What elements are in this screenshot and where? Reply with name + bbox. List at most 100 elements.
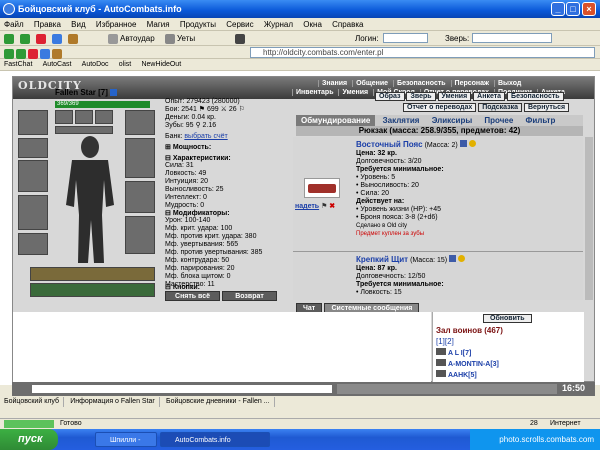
utyoty-button[interactable]: Уеты	[165, 32, 195, 45]
belt-slot[interactable]	[18, 233, 48, 255]
btn-hint[interactable]: Подсказка	[478, 103, 523, 112]
btn-pet[interactable]: Зверь	[406, 92, 436, 101]
tab-equipment[interactable]: Обмундирование	[296, 115, 376, 126]
nav-exit[interactable]: Выход	[493, 80, 525, 87]
item-name[interactable]: Восточный Пояс	[356, 140, 423, 149]
back-button[interactable]	[4, 32, 16, 45]
menu-item-help[interactable]: Справка	[328, 18, 367, 31]
nav-security[interactable]: Безопасность	[393, 80, 449, 87]
stop-button[interactable]	[36, 32, 48, 45]
chat-input[interactable]	[32, 385, 332, 393]
link-fight-club[interactable]: Бойцовский клуб	[0, 397, 65, 407]
menu-item-magic[interactable]: Магия	[143, 18, 174, 31]
power-section[interactable]: ⊞ Мощность:	[165, 143, 211, 151]
home-button[interactable]	[68, 32, 80, 45]
buttons-section[interactable]: ⊟ Кнопки:	[165, 283, 200, 291]
tab-elixirs[interactable]: Эликсиры	[427, 115, 477, 126]
tab-other[interactable]: Прочее	[479, 115, 518, 126]
reload-icon[interactable]	[40, 48, 50, 59]
scroll-row[interactable]	[55, 126, 113, 134]
chat-area[interactable]	[13, 312, 431, 382]
stop-icon-small[interactable]	[28, 48, 38, 59]
modifiers-section[interactable]: ⊟ Модификаторы:	[165, 209, 230, 217]
btn-profile[interactable]: Анкета	[473, 92, 506, 101]
start-button[interactable]: пуск	[0, 429, 58, 450]
menu-item-file[interactable]: Файл	[0, 18, 28, 31]
char-buttons-row: Образ Зверь Умения Анкета Безопасность	[375, 92, 564, 101]
bank-select-link[interactable]: выбрать счёт	[184, 133, 227, 140]
zver-select[interactable]	[472, 33, 552, 43]
helmet-slot[interactable]	[18, 110, 48, 135]
potion-row-1[interactable]	[30, 267, 155, 281]
btn-return[interactable]: Вернуться	[523, 103, 570, 112]
btn-security[interactable]: Безопасность	[507, 92, 564, 101]
earring-slot[interactable]	[18, 138, 48, 158]
btn-image[interactable]: Образ	[375, 92, 405, 101]
btn-skills[interactable]: Умения	[437, 92, 472, 101]
home-icon-small[interactable]	[52, 48, 62, 59]
nav-skills[interactable]: Умения	[338, 89, 372, 96]
link-newhideout[interactable]: NewHideOut	[137, 59, 185, 71]
ring-slot-2[interactable]	[95, 110, 113, 124]
player-name[interactable]: A-MONTIN-A[3]	[448, 361, 499, 368]
close-button[interactable]: ×	[582, 2, 596, 16]
amulet-slot[interactable]	[55, 110, 73, 124]
url-input[interactable]: http://oldcity.combats.com/enter.pl	[250, 47, 595, 58]
item-scrollbar[interactable]	[585, 137, 593, 300]
menu-item-products[interactable]: Продукты	[176, 18, 220, 31]
filter-button[interactable]	[235, 32, 247, 45]
menu-item-windows[interactable]: Окна	[299, 18, 326, 31]
forward-button[interactable]	[20, 32, 32, 45]
link-diaries[interactable]: Бойцовские дневники - Fallen ...	[162, 397, 275, 407]
nav-character[interactable]: Персонаж	[450, 80, 492, 87]
zone-text: Интернет	[550, 420, 581, 427]
remove-all-button[interactable]: Снять всё	[165, 291, 220, 301]
taskbar-item-2[interactable]: AutoCombats.info	[160, 432, 270, 447]
back-icon[interactable]	[4, 48, 14, 59]
window-titlebar[interactable]: Бойцовский клуб - AutoCombats.info _ □ ×	[0, 0, 600, 18]
nav-knowledge[interactable]: Знания	[318, 80, 351, 87]
menu-item-journal[interactable]: Журнал	[260, 18, 297, 31]
link-character-info[interactable]: Информация о Fallen Star	[66, 397, 160, 407]
wear-link[interactable]: надеть	[295, 203, 319, 210]
nav-communication[interactable]: Общение	[352, 80, 392, 87]
tab-spells[interactable]: Заклятия	[378, 115, 425, 126]
player-name[interactable]: AAHK[5]	[448, 372, 477, 379]
ring-slot-1[interactable]	[75, 110, 93, 124]
shield-slot[interactable]	[125, 138, 155, 178]
drop-icon[interactable]: ⚑	[321, 203, 327, 210]
boots-slot[interactable]	[125, 216, 155, 254]
link-olist[interactable]: olist	[115, 59, 135, 71]
autoudar-button[interactable]: Автоудар	[108, 32, 155, 45]
tab-filter[interactable]: Фильтр	[521, 115, 561, 126]
item-name[interactable]: Крепкий Щит	[356, 255, 408, 264]
armor-slot[interactable]	[18, 195, 48, 230]
room-pages[interactable]: [1][2]	[436, 337, 454, 346]
menu-item-view[interactable]: Вид	[67, 18, 89, 31]
menu-item-edit[interactable]: Правка	[30, 18, 65, 31]
weapon-slot[interactable]	[18, 160, 48, 192]
btn-transfers-report[interactable]: Отчет о переводах	[403, 103, 477, 112]
forward-icon[interactable]	[16, 48, 26, 59]
chat-tools[interactable]	[337, 384, 557, 394]
taskbar-item-1[interactable]: Шпилли - ГАррн Пот...	[95, 432, 157, 447]
characteristics-section[interactable]: ⊟ Характеристики:	[165, 154, 231, 162]
menu-item-service[interactable]: Сервис	[222, 18, 257, 31]
info-icon[interactable]	[110, 89, 118, 97]
minimize-button[interactable]: _	[551, 2, 565, 16]
link-autocast[interactable]: AutoCast	[39, 59, 76, 71]
link-autodoc[interactable]: AutoDoc	[78, 59, 113, 71]
player-name[interactable]: A L I[7]	[448, 350, 471, 357]
maximize-button[interactable]: □	[566, 2, 580, 16]
link-fastchat[interactable]: FastChat	[0, 59, 36, 71]
delete-icon[interactable]: ✖	[329, 203, 335, 210]
menu-item-favorites[interactable]: Избранное	[92, 18, 141, 31]
gloves-slot[interactable]	[125, 110, 155, 135]
nav-inventory[interactable]: Инвентарь	[292, 89, 337, 96]
login-select[interactable]	[383, 33, 428, 43]
pants-slot[interactable]	[125, 181, 155, 213]
refresh-room-button[interactable]: Обновить	[483, 314, 532, 323]
potion-row-2[interactable]	[30, 283, 155, 297]
refresh-button[interactable]	[52, 32, 64, 45]
return-button[interactable]: Возврат	[222, 291, 277, 301]
